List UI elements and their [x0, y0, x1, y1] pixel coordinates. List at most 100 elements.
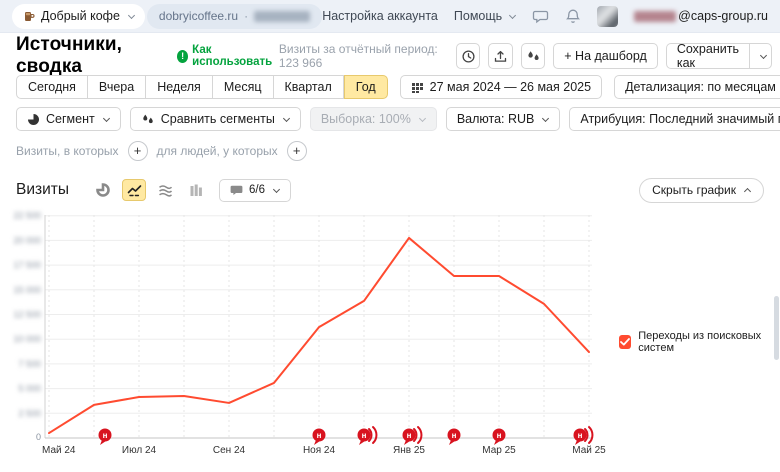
project-switcher[interactable]: Добрый кофе — [12, 4, 145, 29]
scrollbar-thumb[interactable] — [774, 296, 779, 360]
svg-text:н: н — [407, 431, 412, 440]
annotation-marker[interactable]: н — [493, 429, 506, 446]
chart-type-line-button[interactable] — [122, 179, 146, 201]
account-settings-link[interactable]: Настройка аккаунта — [322, 9, 438, 23]
preset-year[interactable]: Год — [344, 75, 388, 99]
chart-legend: Переходы из поисковых систем — [619, 330, 780, 354]
chart-type-pie-button[interactable] — [91, 179, 115, 201]
calendar-icon — [411, 81, 424, 94]
export-button[interactable] — [488, 43, 512, 69]
annotation-marker[interactable]: н — [448, 429, 461, 446]
export-upload-icon — [493, 49, 508, 64]
info-icon: ! — [177, 50, 188, 63]
svg-text:н: н — [578, 431, 583, 440]
bell-icon[interactable] — [565, 8, 581, 25]
annotation-marker[interactable]: н — [574, 427, 593, 445]
svg-text:н: н — [362, 431, 367, 440]
separator-dot: · — [244, 9, 248, 23]
compare-data-button[interactable] — [521, 43, 545, 69]
email-domain: @caps-group.ru — [678, 9, 768, 23]
annotation-marker[interactable]: н — [358, 427, 377, 445]
compare-drops-icon — [141, 113, 155, 126]
y-tick-label: 20 000 — [13, 235, 41, 245]
y-tick-label: 2 500 — [18, 408, 41, 418]
how-to-use-label: Как использовать — [192, 44, 279, 68]
hide-chart-button[interactable]: Скрыть график — [639, 178, 764, 203]
add-people-filter-button[interactable] — [287, 141, 307, 161]
avatar[interactable] — [597, 6, 618, 27]
donut-chart-icon — [96, 183, 110, 197]
metrics-selector-button[interactable]: 6/6 — [219, 179, 291, 202]
project-favicon-coffee-icon — [22, 10, 35, 23]
annotation-marker[interactable]: н — [403, 427, 422, 445]
chart-title: Визиты — [16, 181, 69, 199]
currency-dropdown[interactable]: Валюта: RUB — [446, 107, 561, 131]
annotation-marker[interactable]: н — [99, 429, 112, 446]
chevron-down-icon — [103, 114, 110, 121]
y-tick-label: 5 000 — [18, 384, 41, 394]
save-as-menu-button[interactable] — [749, 44, 772, 68]
visits-period-summary: Визиты за отчётный период: 123 966 — [279, 42, 444, 70]
counter-domain-pill[interactable]: dobryicoffee.ru · — [147, 4, 322, 29]
help-menu[interactable]: Помощь — [454, 9, 516, 23]
chevron-down-icon — [283, 114, 290, 121]
preset-yesterday[interactable]: Вчера — [88, 75, 146, 99]
annotation-marker[interactable]: н — [313, 429, 326, 446]
segment-dropdown[interactable]: Сегмент — [16, 107, 121, 131]
save-as-split-button: Сохранить как — [666, 43, 772, 69]
help-label: Помощь — [454, 9, 502, 23]
chevron-down-icon — [128, 11, 135, 18]
email-local-redacted — [634, 11, 676, 22]
x-tick-label: Июл 24 — [122, 445, 157, 456]
compare-segments-dropdown[interactable]: Сравнить сегменты — [130, 107, 301, 131]
visits-filter-label: Визиты, в которых — [16, 144, 119, 158]
x-tick-label: Май 24 — [42, 445, 76, 456]
check-icon — [620, 338, 630, 346]
preset-month[interactable]: Месяц — [213, 75, 274, 99]
sampling-dropdown: Выборка: 100% — [310, 107, 437, 131]
add-to-dashboard-button[interactable]: + На дашборд — [553, 43, 658, 69]
user-email[interactable]: @caps-group.ru — [634, 9, 768, 23]
detail-dropdown[interactable]: Детализация: по месяцам — [614, 75, 780, 99]
line-chart-icon — [127, 184, 142, 197]
chevron-down-icon — [419, 114, 426, 121]
preset-quarter[interactable]: Квартал — [274, 75, 344, 99]
top-bar: Добрый кофе dobryicoffee.ru · Настройка … — [0, 0, 780, 33]
y-tick-label: 12 500 — [13, 310, 41, 320]
chart-type-area-button[interactable] — [153, 179, 177, 201]
date-range-button[interactable]: 27 мая 2024 — 26 мая 2025 — [400, 75, 602, 99]
y-tick-label: 10 000 — [13, 334, 41, 344]
segment-label: Сегмент — [46, 112, 95, 126]
attribution-label: Атрибуция: Последний значимый переход — [580, 112, 780, 126]
preset-today[interactable]: Сегодня — [16, 75, 88, 99]
segment-pie-icon — [27, 113, 40, 126]
history-clock-icon — [461, 49, 476, 64]
chat-icon[interactable] — [532, 8, 549, 25]
how-to-use-link[interactable]: ! Как использовать — [177, 44, 279, 68]
attribution-dropdown[interactable]: Атрибуция: Последний значимый переход кд — [569, 107, 780, 131]
svg-text:н: н — [497, 431, 502, 440]
svg-text:н: н — [452, 431, 457, 440]
columns-chart-icon — [189, 184, 203, 197]
save-as-button[interactable]: Сохранить как — [667, 44, 749, 68]
svg-text:н: н — [317, 431, 322, 440]
x-tick-label: Янв 25 — [393, 445, 425, 456]
detail-label: Детализация: по месяцам — [625, 80, 776, 94]
page-title: Источники, сводка — [16, 34, 167, 78]
chevron-down-icon — [509, 11, 516, 18]
y-tick-label: 22 500 — [13, 211, 41, 221]
period-presets: Сегодня Вчера Неделя Месяц Квартал Год — [16, 75, 388, 99]
history-button[interactable] — [456, 43, 480, 69]
chart-type-columns-button[interactable] — [184, 179, 208, 201]
x-tick-label: Сен 24 — [213, 445, 246, 456]
legend-checkbox[interactable] — [619, 335, 631, 349]
y-tick-label: 15 000 — [13, 285, 41, 295]
counter-domain: dobryicoffee.ru — [159, 9, 238, 23]
add-visit-filter-button[interactable] — [128, 141, 148, 161]
x-tick-label: Мар 25 — [482, 445, 516, 456]
preset-week[interactable]: Неделя — [146, 75, 213, 99]
hide-chart-label: Скрыть график — [652, 183, 736, 197]
speech-bubble-icon — [230, 185, 243, 196]
chevron-down-icon — [273, 185, 280, 192]
project-name: Добрый кофе — [41, 9, 120, 23]
